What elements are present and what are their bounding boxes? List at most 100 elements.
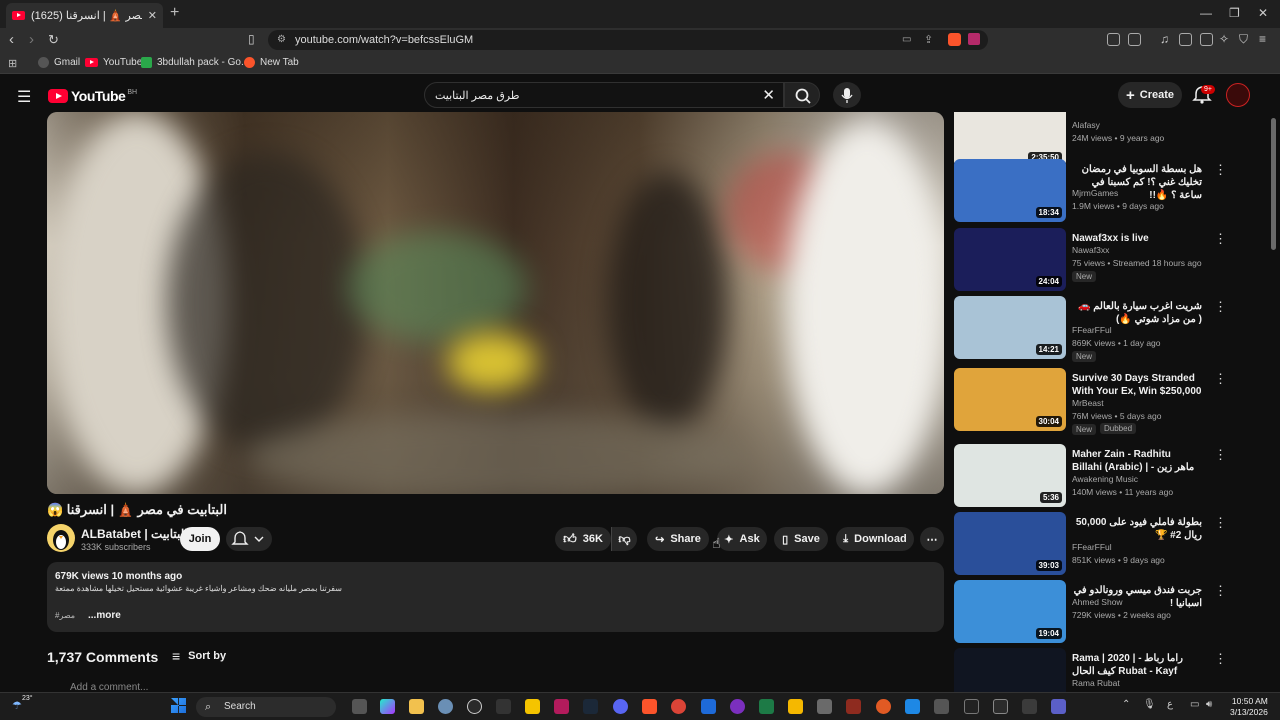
scrollbar-thumb[interactable]	[1271, 118, 1276, 250]
copilot-icon[interactable]	[380, 699, 395, 714]
channel-name[interactable]: Nawaf3xx	[1072, 245, 1109, 255]
channel-name[interactable]: Ahmed Show	[1072, 597, 1123, 607]
bookmark-gmail[interactable]: Gmail	[38, 57, 80, 68]
hamburger-menu-icon[interactable]: ☰	[17, 87, 31, 107]
ask-button[interactable]: ✦ Ask	[717, 527, 767, 551]
video-title[interactable]: Maher Zain - Radhitu Billahi (Arabic) | …	[1072, 448, 1202, 474]
app-icon[interactable]	[1022, 699, 1037, 714]
settings-gear-icon[interactable]	[438, 699, 453, 714]
site-info-icon[interactable]: ⚙	[277, 34, 286, 45]
video-title[interactable]: شريت اغرب سيارة بالعالم 🚗 ( من مزاد شوتي…	[1072, 300, 1202, 326]
excel-icon[interactable]	[759, 699, 774, 714]
dislike-button[interactable]: 👎︎	[611, 527, 637, 551]
menu-icon[interactable]: ≡	[1259, 31, 1266, 48]
mic-tray-icon[interactable]: 🎙︎	[1143, 699, 1156, 710]
windows-start-icon[interactable]	[171, 698, 186, 713]
channel-name[interactable]: ALBatabet | البتابيت	[81, 527, 188, 541]
more-vertical-icon[interactable]: ⋮	[1214, 300, 1227, 313]
task-view-icon[interactable]	[352, 699, 367, 714]
channel-name[interactable]: Alafasy	[1072, 120, 1100, 130]
minimize-icon[interactable]: —	[1200, 6, 1212, 20]
avatar[interactable]	[1226, 83, 1250, 107]
sidebar-icon[interactable]	[1179, 33, 1192, 46]
weather-icon[interactable]: ☂	[12, 699, 22, 712]
sort-comments-button[interactable]: ≡ Sort by	[172, 648, 226, 664]
save-button[interactable]: ▯ Save	[774, 527, 828, 551]
more-vertical-icon[interactable]: ⋮	[1214, 516, 1227, 529]
cast-icon[interactable]: ▭	[902, 34, 911, 45]
channel-name[interactable]: MrBeast	[1072, 398, 1104, 408]
new-tab-button[interactable]: +	[170, 5, 179, 21]
more-vertical-icon[interactable]: ⋮	[1214, 372, 1227, 385]
like-button[interactable]: 👍︎ 36K	[555, 527, 611, 551]
app-icon[interactable]	[964, 699, 979, 714]
app-icon[interactable]	[788, 699, 803, 714]
video-thumbnail[interactable]: 19:04	[954, 580, 1066, 643]
close-tab-icon[interactable]: ✕	[148, 9, 157, 22]
anime-app-icon[interactable]	[554, 699, 569, 714]
more-actions-button[interactable]: ⋯	[920, 527, 944, 551]
channel-name[interactable]: Awakening Music	[1072, 474, 1138, 484]
window-close-icon[interactable]: ✕	[1258, 6, 1268, 20]
chrome-icon[interactable]	[671, 699, 686, 714]
back-icon[interactable]: ‹	[9, 31, 14, 48]
url-bar[interactable]: ⚙ youtube.com/watch?v=befcssEluGM ▭ ⇪	[268, 30, 988, 50]
leo-ai-icon[interactable]: ✧	[1219, 31, 1229, 48]
browser-tab[interactable]: (1625) البتابيت في مصر 🛕 | انسرقنا ✕	[6, 3, 163, 28]
system-clock[interactable]: 10:50 AM 3/13/2026	[1230, 696, 1268, 718]
bookmark-youtube[interactable]: YouTube	[85, 57, 142, 68]
create-button[interactable]: + Create	[1118, 82, 1182, 108]
more-vertical-icon[interactable]: ⋮	[1214, 584, 1227, 597]
more-vertical-icon[interactable]: ⋮	[1214, 652, 1227, 665]
app-icon[interactable]	[846, 699, 861, 714]
clear-search-icon[interactable]: ✕	[762, 86, 775, 104]
download-button[interactable]: ⤓ Download	[836, 527, 914, 551]
app-icon[interactable]	[905, 699, 920, 714]
video-player[interactable]	[47, 112, 944, 494]
channel-name[interactable]: MjrmGames	[1072, 188, 1118, 198]
more-vertical-icon[interactable]: ⋮	[1214, 232, 1227, 245]
screenshot-icon[interactable]	[1128, 33, 1141, 46]
vpn-icon[interactable]: ⛉	[1239, 31, 1248, 48]
share-button[interactable]: ↪ Share	[647, 527, 709, 551]
channel-name[interactable]: FFearFFul	[1072, 325, 1112, 335]
share-page-icon[interactable]: ⇪	[924, 33, 933, 46]
hashtag-link[interactable]: #مصر	[55, 611, 75, 620]
language-icon[interactable]: ع	[1167, 699, 1173, 710]
taskbar-search-box[interactable]: ⌕ Search	[196, 697, 336, 717]
search-input[interactable]: طرق مصر البتابيت ✕	[424, 82, 784, 108]
app-icon[interactable]	[934, 699, 949, 714]
apps-grid-icon[interactable]: ⊞	[8, 57, 17, 70]
discord-icon[interactable]	[613, 699, 628, 714]
app-icon[interactable]	[467, 699, 482, 714]
description-box[interactable]: 679K views 10 months ago سفرتنا بمصر ملي…	[47, 562, 944, 632]
bookmark-3bdullah[interactable]: 3bdullah pack - Go...	[141, 57, 249, 68]
network-icon[interactable]: ▭	[1190, 699, 1199, 710]
video-thumbnail[interactable]: 18:34	[954, 159, 1066, 222]
app-icon[interactable]	[993, 699, 1008, 714]
tray-overflow-icon[interactable]: ⌃	[1122, 699, 1130, 710]
more-vertical-icon[interactable]: ⋮	[1214, 163, 1227, 176]
more-vertical-icon[interactable]: ⋮	[1214, 448, 1227, 461]
show-more-link[interactable]: ...more	[88, 610, 121, 621]
subscribed-notifications-button[interactable]	[226, 527, 272, 551]
video-title[interactable]: Survive 30 Days Stranded With Your Ex, W…	[1072, 372, 1202, 398]
vscode-icon[interactable]	[701, 699, 716, 714]
steam-icon[interactable]	[583, 699, 598, 714]
channel-avatar[interactable]	[47, 524, 75, 552]
volume-icon[interactable]: 🔊︎	[1206, 699, 1212, 710]
forward-icon[interactable]: ›	[29, 31, 34, 48]
video-thumbnail[interactable]	[954, 648, 1066, 692]
file-explorer-icon[interactable]	[409, 699, 424, 714]
bookmark-icon[interactable]: ▯	[248, 31, 255, 48]
video-title[interactable]: Rama | 2020 | راما رباط - كيف الحال Ruba…	[1072, 652, 1202, 678]
restore-icon[interactable]: ❐	[1229, 6, 1240, 20]
video-thumbnail[interactable]: 14:21	[954, 296, 1066, 359]
app-icon[interactable]	[730, 699, 745, 714]
channel-name[interactable]: Rama Rubat	[1072, 678, 1120, 688]
epic-games-icon[interactable]	[496, 699, 511, 714]
extensions-icon[interactable]	[1107, 33, 1120, 46]
video-title[interactable]: Nawaf3xx is live	[1072, 232, 1202, 245]
rockstar-icon[interactable]	[525, 699, 540, 714]
app-icon[interactable]	[876, 699, 891, 714]
